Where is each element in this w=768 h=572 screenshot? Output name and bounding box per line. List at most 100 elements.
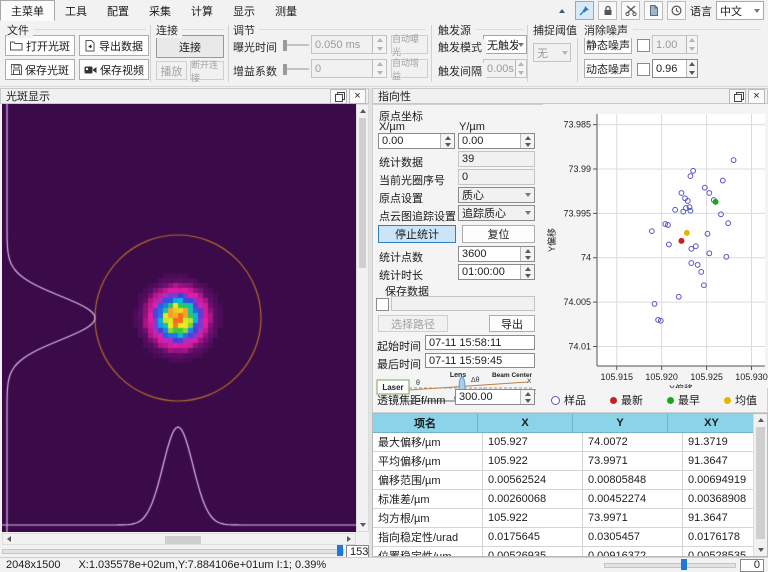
- table-row-5[interactable]: 指向稳定性/urad0.01756450.03054570.0176178: [373, 528, 756, 547]
- table-header-1[interactable]: X: [478, 414, 573, 432]
- document-icon[interactable]: [644, 1, 663, 20]
- open-spot-button[interactable]: 打开光斑: [5, 35, 75, 56]
- close-icon: ×: [753, 90, 759, 102]
- scale-slider-handle[interactable]: [337, 545, 343, 556]
- trigger-interval-spinner[interactable]: [515, 60, 526, 77]
- spot-panel-float-button[interactable]: [330, 89, 347, 104]
- table-row-1[interactable]: 平均偏移/µm105.92273.997191.3647: [373, 452, 756, 471]
- pointing-stats-table: 项名XYXY最大偏移/µm105.92774.007291.3719平均偏移/µ…: [372, 413, 768, 557]
- auto-exposure-button[interactable]: 自动曝光: [391, 35, 428, 54]
- scroll-right-button[interactable]: [343, 534, 355, 544]
- menu-tab-0[interactable]: 主菜单: [0, 0, 55, 21]
- export-data-button[interactable]: 导出数据: [79, 35, 149, 56]
- app-window: 主菜单工具配置采集计算显示测量: [0, 0, 768, 572]
- trigger-interval-field[interactable]: 0.00s: [483, 59, 527, 78]
- trigger-group-title: 触发源: [438, 22, 475, 38]
- stat-duration-spinner[interactable]: [520, 265, 534, 279]
- hscroll-thumb[interactable]: [165, 536, 201, 544]
- static-noise-checkbox[interactable]: [637, 39, 650, 52]
- capture-threshold-select[interactable]: 无: [533, 43, 571, 62]
- status-slider-track[interactable]: [604, 563, 736, 568]
- spot-hscrollbar[interactable]: [2, 533, 356, 545]
- table-header-3[interactable]: XY: [668, 414, 756, 432]
- save-video-button[interactable]: 保存视频: [79, 59, 149, 80]
- static-noise-spinner[interactable]: [686, 36, 697, 53]
- lock-icon[interactable]: [598, 1, 617, 20]
- static-noise-field[interactable]: 1.00: [652, 35, 698, 54]
- menu-tab-1[interactable]: 工具: [55, 0, 97, 21]
- exposure-spinner[interactable]: [372, 36, 386, 53]
- disconnect-button[interactable]: 断开连接: [190, 61, 224, 80]
- export-button[interactable]: 导出: [489, 315, 535, 332]
- stop-statistics-button[interactable]: 停止统计: [378, 225, 456, 243]
- stat-duration-field[interactable]: 01:00:00: [458, 264, 535, 280]
- stat-points-spinner[interactable]: [520, 247, 534, 261]
- dynamic-noise-checkbox[interactable]: [637, 63, 650, 76]
- cloud-track-label: 点云图追踪设置: [379, 208, 456, 224]
- scroll-down-button[interactable]: [357, 519, 368, 531]
- cloud-track-select[interactable]: 追踪质心: [458, 205, 535, 221]
- play-button[interactable]: 播放: [156, 61, 187, 80]
- focal-length-spinner[interactable]: [520, 390, 534, 404]
- table-scroll-down-button[interactable]: [754, 544, 767, 556]
- choose-path-button[interactable]: 选择路径: [378, 315, 448, 332]
- menu-tab-3[interactable]: 采集: [139, 0, 181, 21]
- vscroll-thumb[interactable]: [359, 118, 366, 268]
- scroll-left-button[interactable]: [3, 534, 15, 544]
- table-row-6[interactable]: 位置稳定性/µm0.005269350.009163720.00528535: [373, 547, 756, 557]
- spot-panel-close-button[interactable]: ×: [349, 89, 366, 104]
- save-spot-button[interactable]: 保存光斑: [5, 59, 75, 80]
- menu-tab-6[interactable]: 测量: [265, 0, 307, 21]
- table-cell: 0.00452274: [583, 490, 683, 508]
- dynamic-noise-button[interactable]: 动态噪声: [584, 59, 632, 78]
- gain-slider[interactable]: [283, 62, 309, 76]
- menu-tab-2[interactable]: 配置: [97, 0, 139, 21]
- save-path-field[interactable]: [391, 296, 535, 311]
- focal-length-field[interactable]: 300.00: [455, 389, 535, 405]
- file-group-title: 文件: [7, 22, 33, 38]
- status-slider-handle[interactable]: [681, 559, 687, 570]
- trigger-mode-select[interactable]: 无触发: [483, 35, 527, 54]
- table-row-3[interactable]: 标准差/µm0.002600680.004522740.00368908: [373, 490, 756, 509]
- table-row-0[interactable]: 最大偏移/µm105.92774.007291.3719: [373, 433, 756, 452]
- menu-tab-4[interactable]: 计算: [181, 0, 223, 21]
- language-select[interactable]: 中文: [716, 1, 764, 20]
- cut-icon[interactable]: [621, 1, 640, 20]
- origin-y-spinner[interactable]: [520, 134, 534, 148]
- table-header-0[interactable]: 项名: [373, 414, 478, 432]
- table-row-4[interactable]: 均方根/µm105.92273.997191.3647: [373, 509, 756, 528]
- table-header-2[interactable]: Y: [573, 414, 668, 432]
- save-data-checkbox[interactable]: [376, 298, 389, 311]
- pin-icon[interactable]: [575, 1, 594, 20]
- table-vscroll-thumb[interactable]: [756, 427, 765, 539]
- origin-x-field[interactable]: 0.00: [378, 133, 455, 149]
- connect-button[interactable]: 连接: [156, 35, 224, 58]
- origin-y-field[interactable]: 0.00: [458, 133, 535, 149]
- beam-spot-canvas[interactable]: [2, 104, 356, 532]
- exposure-slider[interactable]: [283, 38, 309, 52]
- table-vscrollbar[interactable]: [753, 414, 767, 556]
- gain-spinner[interactable]: [372, 60, 386, 77]
- collapse-toolbar-icon[interactable]: [552, 1, 571, 20]
- stat-points-field[interactable]: 3600: [458, 246, 535, 262]
- origin-setting-select[interactable]: 质心: [458, 187, 535, 203]
- status-slider-field[interactable]: 0: [740, 559, 764, 572]
- origin-x-spinner[interactable]: [440, 134, 454, 148]
- table-row-2[interactable]: 偏移范围/µm0.005625240.008058480.00694919: [373, 471, 756, 490]
- clock-icon[interactable]: [667, 1, 686, 20]
- exposure-field[interactable]: 0.050 ms: [311, 35, 387, 54]
- start-time-field[interactable]: 07-11 15:58:11: [425, 335, 535, 350]
- spot-vscrollbar[interactable]: [356, 104, 369, 532]
- table-scroll-up-button[interactable]: [754, 414, 767, 426]
- gain-field[interactable]: 0: [311, 59, 387, 78]
- menu-tab-5[interactable]: 显示: [223, 0, 265, 21]
- scale-slider-track[interactable]: [2, 549, 344, 554]
- reset-button[interactable]: 复位: [462, 225, 535, 243]
- pointing-panel-float-button[interactable]: [729, 89, 746, 104]
- auto-gain-button[interactable]: 自动增益: [391, 59, 428, 78]
- pointing-panel-close-button[interactable]: ×: [748, 89, 765, 104]
- end-time-field[interactable]: 07-11 15:59:45: [425, 353, 535, 368]
- scroll-up-button[interactable]: [357, 105, 368, 117]
- dynamic-noise-spinner[interactable]: [686, 60, 697, 77]
- dynamic-noise-field[interactable]: 0.96: [652, 59, 698, 78]
